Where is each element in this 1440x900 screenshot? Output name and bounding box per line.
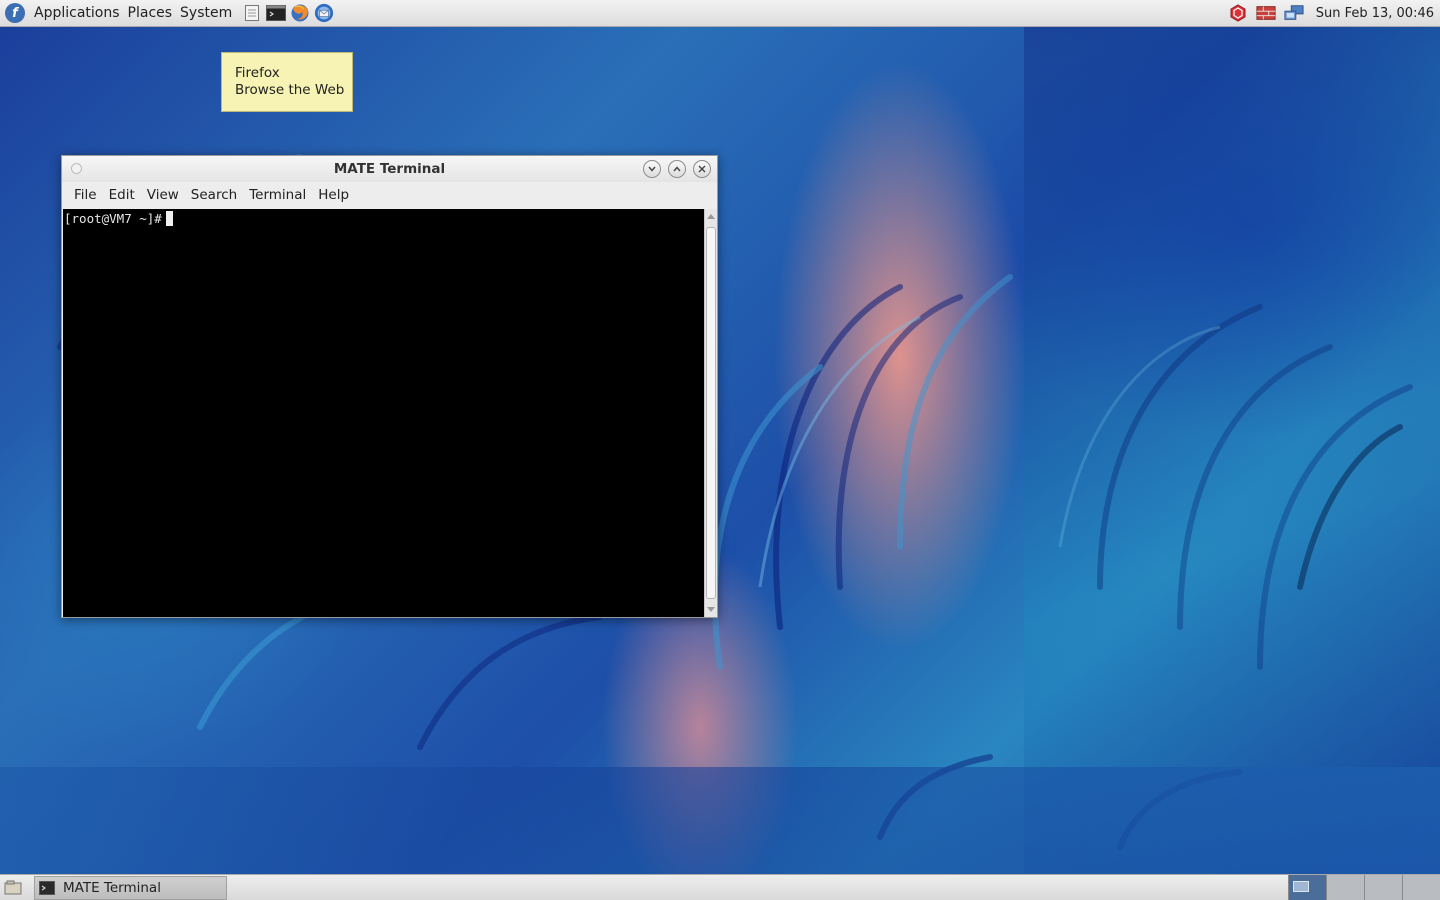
workspace-window-thumb [1293,881,1309,892]
text-editor-icon[interactable] [242,3,262,23]
menu-view[interactable]: View [141,187,185,203]
terminal-icon[interactable] [266,3,287,23]
update-notifier-icon[interactable] [1228,3,1248,23]
terminal-output[interactable]: [root@VM7 ~]# [63,209,704,617]
taskbar-item-terminal[interactable]: MATE Terminal [34,875,227,900]
show-desktop-button[interactable] [2,877,24,899]
scroll-up-icon[interactable] [707,214,715,219]
fedora-logo-icon[interactable]: f [5,3,25,23]
thunderbird-icon[interactable] [314,3,334,23]
close-icon [698,165,706,173]
text-cursor [165,211,173,226]
terminal-menubar: File Edit View Search Terminal Help [62,182,717,208]
firefox-icon[interactable] [290,3,310,23]
minimize-button[interactable] [643,160,661,178]
menu-help[interactable]: Help [312,187,355,203]
applications-menu[interactable]: Applications [30,5,124,21]
menu-file[interactable]: File [68,187,103,203]
bottom-panel: MATE Terminal [0,874,1440,900]
chevron-down-icon [648,166,656,172]
menu-search[interactable]: Search [185,187,243,203]
tooltip-subtitle: Browse the Web [235,82,345,98]
chevron-up-icon [673,166,681,172]
taskbar-item-label: MATE Terminal [63,879,161,896]
workspace-2[interactable] [1326,875,1364,900]
window-title: MATE Terminal [333,161,446,177]
wallpaper-stripe [0,767,1440,874]
workspace-3[interactable] [1364,875,1402,900]
terminal-icon [39,880,55,895]
window-menu-icon[interactable] [71,163,82,174]
workspace-switcher [1288,875,1440,900]
system-tray: Sun Feb 13, 00:46 [1228,0,1434,26]
firewall-icon[interactable] [1256,3,1276,23]
show-desktop-icon [4,880,22,894]
window-controls [643,160,711,178]
menu-terminal[interactable]: Terminal [243,187,312,203]
workspace-1[interactable] [1288,875,1326,900]
clock[interactable]: Sun Feb 13, 00:46 [1316,6,1434,21]
shell-prompt: [root@VM7 ~]# [64,211,162,226]
launcher-tooltip: Firefox Browse the Web [221,52,353,112]
wallpaper-panel [1024,27,1440,874]
terminal-scrollbar[interactable] [704,209,717,617]
scrollbar-thumb[interactable] [706,227,716,599]
menu-edit[interactable]: Edit [103,187,141,203]
window-titlebar[interactable]: MATE Terminal [62,156,717,182]
tooltip-title: Firefox [235,65,280,81]
places-menu[interactable]: Places [124,5,177,21]
scroll-down-icon[interactable] [707,607,715,612]
maximize-button[interactable] [668,160,686,178]
top-panel: f Applications Places System Sun Feb 13,… [0,0,1440,27]
network-icon[interactable] [1284,3,1304,23]
workspace-4[interactable] [1402,875,1440,900]
close-button[interactable] [693,160,711,178]
terminal-window[interactable]: MATE Terminal File Edit View Search Term… [61,155,718,618]
system-menu[interactable]: System [176,5,236,21]
